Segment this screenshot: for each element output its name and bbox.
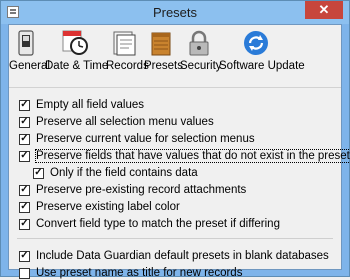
- option-include-default-presets[interactable]: ✓ Include Data Guardian default presets …: [19, 249, 329, 263]
- option-preserve-selection-menu-values[interactable]: ✓ Preserve all selection menu values: [19, 115, 214, 129]
- option-preserve-record-attachments[interactable]: ✓ Preserve pre-existing record attachmen…: [19, 183, 246, 197]
- tab-presets[interactable]: Presets: [144, 29, 183, 72]
- checkbox[interactable]: ✓: [19, 150, 30, 162]
- checkbox[interactable]: ✓: [19, 250, 30, 262]
- window-title: Presets: [152, 5, 198, 20]
- close-button[interactable]: ✕: [305, 1, 343, 19]
- tab-software-update[interactable]: Software Update: [219, 29, 305, 72]
- checkbox[interactable]: ✓: [33, 167, 44, 179]
- lock-icon: [184, 29, 214, 57]
- update-icon: [241, 29, 271, 57]
- checkbox[interactable]: ✓: [19, 201, 30, 213]
- checkbox[interactable]: ✓: [19, 116, 30, 128]
- option-convert-field-type[interactable]: ✓ Convert field type to match the preset…: [19, 217, 280, 231]
- checkbox[interactable]: ✓: [19, 133, 30, 145]
- tab-records[interactable]: Records: [106, 29, 149, 72]
- title-bar[interactable]: Presets ✕: [1, 1, 349, 24]
- tab-general[interactable]: General: [9, 29, 50, 72]
- option-preserve-fields-not-in-preset[interactable]: ✓ Preserve fields that have values that …: [19, 149, 350, 163]
- option-use-preset-name-as-title[interactable]: Use preset name as title for new records: [19, 266, 242, 280]
- checkbox[interactable]: ✓: [19, 99, 30, 111]
- tab-security[interactable]: Security: [180, 29, 222, 72]
- option-preserve-current-value[interactable]: ✓ Preserve current value for selection m…: [19, 132, 255, 146]
- tab-date-time[interactable]: Date & Time: [45, 29, 108, 72]
- switch-icon: [11, 29, 41, 57]
- clock-icon: [60, 29, 90, 57]
- option-preserve-label-color[interactable]: ✓ Preserve existing label color: [19, 200, 180, 214]
- divider: [17, 238, 333, 239]
- checkbox[interactable]: ✓: [19, 184, 30, 196]
- preferences-window: Presets ✕ General Date & Time Records Pr…: [0, 0, 350, 279]
- client-area: General Date & Time Records Presets Secu…: [8, 24, 350, 279]
- option-empty-all-fields[interactable]: ✓ Empty all field values: [19, 98, 144, 112]
- records-icon: [109, 29, 139, 57]
- checkbox[interactable]: ✓: [19, 218, 30, 230]
- presets-icon: [146, 29, 176, 57]
- preferences-toolbar: General Date & Time Records Presets Secu…: [9, 25, 341, 88]
- option-only-if-field-contains-data[interactable]: ✓ Only if the field contains data: [33, 166, 198, 180]
